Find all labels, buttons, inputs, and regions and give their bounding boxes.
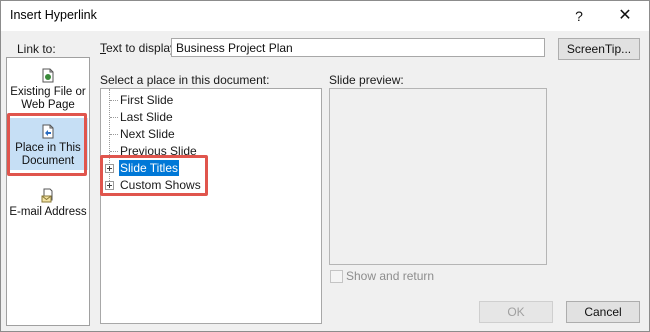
tree-connector [110,151,118,152]
link-to-sidebar: Existing File or Web Page Place in This … [6,57,90,326]
sidebar-item-label: Existing File or Web Page [10,86,86,111]
tree-item-custom-shows[interactable]: Custom Shows [119,177,202,193]
help-button[interactable]: ? [569,6,589,26]
expand-icon[interactable] [105,164,114,173]
close-button[interactable]: ✕ [613,5,637,27]
select-place-label: Select a place in this document: [100,73,270,87]
document-place-icon [42,124,54,139]
ok-button[interactable]: OK [479,301,553,323]
text-to-display-input[interactable] [171,38,545,57]
cancel-button[interactable]: Cancel [566,301,640,323]
file-globe-icon [42,68,54,83]
tree-item-previous-slide[interactable]: Previous Slide [119,143,198,159]
tree-connector [110,100,118,101]
tree-item-slide-titles[interactable]: Slide Titles [119,160,180,176]
slide-preview-label: Slide preview: [329,73,404,87]
tree-item-last-slide[interactable]: Last Slide [119,109,174,125]
sidebar-item-place-in-document[interactable]: Place in This Document [8,118,88,170]
text-to-display-label: Text to display: [100,41,180,55]
insert-hyperlink-dialog: Insert Hyperlink ? ✕ Link to: Existing F… [0,0,650,332]
show-and-return-label: Show and return [346,269,435,283]
screentip-button[interactable]: ScreenTip... [558,38,640,60]
tree-item-first-slide[interactable]: First Slide [119,92,174,108]
sidebar-item-label: Place in This Document [15,142,81,167]
email-icon [41,188,53,203]
sidebar-item-email[interactable]: E-mail Address [8,188,88,222]
place-tree[interactable]: First Slide Last Slide Next Slide Previo… [100,88,322,324]
slide-preview-area [329,88,547,265]
dialog-title: Insert Hyperlink [10,8,97,22]
link-to-label: Link to: [17,42,56,56]
title-bar: Insert Hyperlink ? ✕ [1,1,649,31]
sidebar-item-existing-file[interactable]: Existing File or Web Page [8,68,88,112]
tree-connector [110,134,118,135]
tree-connector [110,117,118,118]
tree-item-next-slide[interactable]: Next Slide [119,126,176,142]
sidebar-item-label: E-mail Address [9,206,87,218]
expand-icon[interactable] [105,181,114,190]
show-and-return-checkbox[interactable] [330,270,343,283]
